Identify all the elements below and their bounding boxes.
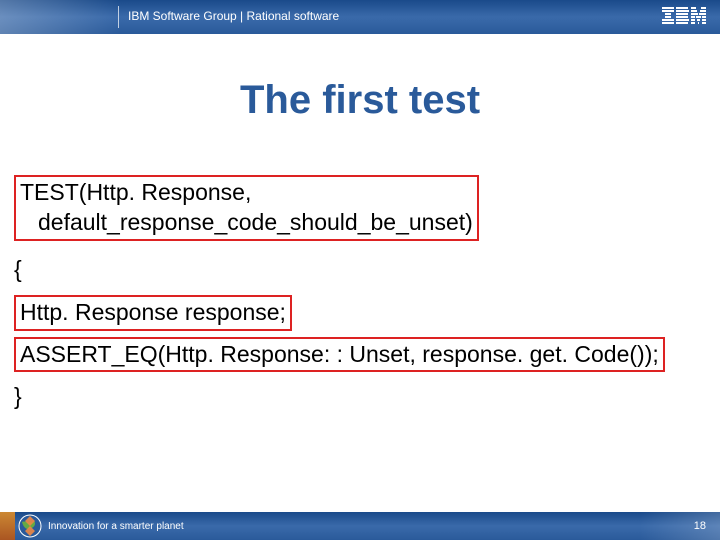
footer-accent-left [0,512,15,540]
ibm-logo-icon [662,7,706,30]
footer-tagline: Innovation for a smarter planet [48,521,184,532]
var-decl-box: Http. Response response; [14,295,292,331]
footer-accent-right [640,512,720,540]
code-content: TEST(Http. Response, default_response_co… [0,171,720,412]
slide-title: The first test [0,78,720,123]
header-divider [118,6,119,28]
test-decl-line2: default_response_code_should_be_unset) [20,208,473,238]
close-brace: } [14,382,720,412]
open-brace: { [14,255,720,285]
page-number: 18 [694,520,706,532]
test-declaration-box: TEST(Http. Response, default_response_co… [14,175,479,241]
header-text: IBM Software Group | Rational software [128,9,339,23]
assert-box: ASSERT_EQ(Http. Response: : Unset, respo… [14,337,665,373]
test-decl-line1: TEST(Http. Response, [20,178,473,208]
header-accent [0,0,120,34]
footer-bar: Innovation for a smarter planet 18 [0,512,720,540]
header-bar: IBM Software Group | Rational software [0,0,720,34]
globe-icon [18,514,42,543]
